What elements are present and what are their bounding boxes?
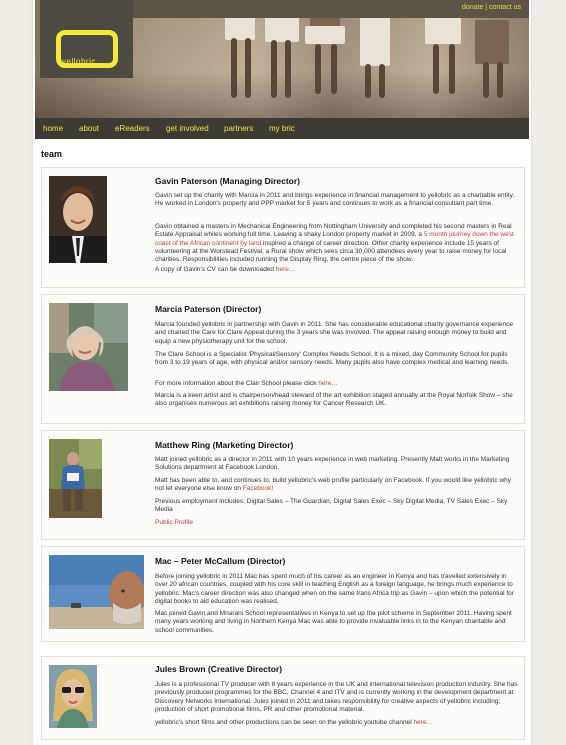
nav-item-home[interactable]: home (43, 124, 63, 133)
contact-us-link[interactable]: contact us (489, 4, 521, 11)
page-container: donate | contact us yellobric home about… (33, 0, 531, 745)
team-member-card: Mac – Peter McCallum (Director) Before j… (41, 546, 525, 642)
page-title: team (41, 149, 63, 159)
youtube-channel-link[interactable]: here… (414, 719, 434, 726)
nav-item-about[interactable]: about (79, 124, 99, 133)
public-profile-link[interactable]: Public Profile (155, 519, 193, 526)
member-bio: The Clare School is a Specialist 'Physic… (155, 351, 510, 367)
donate-link[interactable]: donate (462, 4, 483, 11)
matthew-photo (49, 439, 102, 518)
header-banner: donate | contact us yellobric (35, 0, 529, 118)
clair-school-link[interactable]: here… (318, 380, 338, 387)
member-bio: Gavin set up the charity with Marcia in … (155, 192, 515, 208)
nav-item-partners[interactable]: partners (224, 124, 253, 133)
facebook-link[interactable]: Facebook! (243, 485, 273, 492)
cv-download-link[interactable]: here… (276, 266, 296, 273)
member-bio: Previous employment includes; Digital Sa… (155, 498, 508, 514)
team-member-card: Matthew Ring (Marketing Director) Matt j… (41, 430, 525, 540)
member-bio: yellobric's short films and other produc… (155, 719, 434, 726)
logo-text: yellobric (62, 57, 96, 66)
member-bio: Public Profile (155, 519, 518, 527)
team-member-card: Gavin Paterson (Managing Director) Gavin… (41, 167, 525, 288)
logo[interactable]: yellobric (40, 0, 133, 78)
top-links-separator: | (485, 4, 488, 11)
team-member-card: Marcia Paterson (Director) Marcia founde… (41, 294, 525, 424)
member-name: Matthew Ring (Marketing Director) (155, 440, 294, 450)
member-bio: Matt joined yellobric as a director in 2… (155, 456, 510, 472)
member-bio: Gavin obtained a masters in Mechanical E… (155, 223, 514, 264)
member-bio: Marcia founded yellobric in partnership … (155, 321, 513, 345)
member-name: Jules Brown (Creative Director) (155, 664, 283, 674)
gavin-photo (49, 176, 107, 263)
top-bar: donate | contact us (131, 0, 529, 18)
marcia-photo (49, 303, 128, 391)
main-nav: home about eReaders get involved partner… (35, 118, 529, 139)
member-bio: Marcia is a keen artist and is chairpers… (155, 392, 513, 408)
member-bio: Matt has been able to, and continues to,… (155, 477, 512, 493)
member-name: Mac – Peter McCallum (Director) (155, 556, 286, 566)
member-name: Marcia Paterson (Director) (155, 304, 262, 314)
team-member-card: Jules Brown (Creative Director) Jules is… (41, 656, 525, 740)
mac-photo (49, 555, 144, 629)
member-bio: A copy of Gavin's CV can be downloaded h… (155, 266, 296, 273)
member-bio: Before joining yellobric in 2011 Mac has… (155, 573, 514, 605)
top-links: donate | contact us (462, 4, 521, 11)
member-bio: Jules is a professional TV producer with… (155, 681, 518, 713)
nav-item-my-bric[interactable]: my bric (269, 124, 295, 133)
jules-photo (49, 665, 97, 728)
nav-item-ereaders[interactable]: eReaders (115, 124, 150, 133)
member-bio: For more information about the Clair Sch… (155, 380, 338, 387)
member-bio: Mac joined Gavin and Mnarani School repr… (155, 610, 512, 634)
member-name: Gavin Paterson (Managing Director) (155, 176, 300, 186)
nav-item-get-involved[interactable]: get involved (166, 124, 209, 133)
